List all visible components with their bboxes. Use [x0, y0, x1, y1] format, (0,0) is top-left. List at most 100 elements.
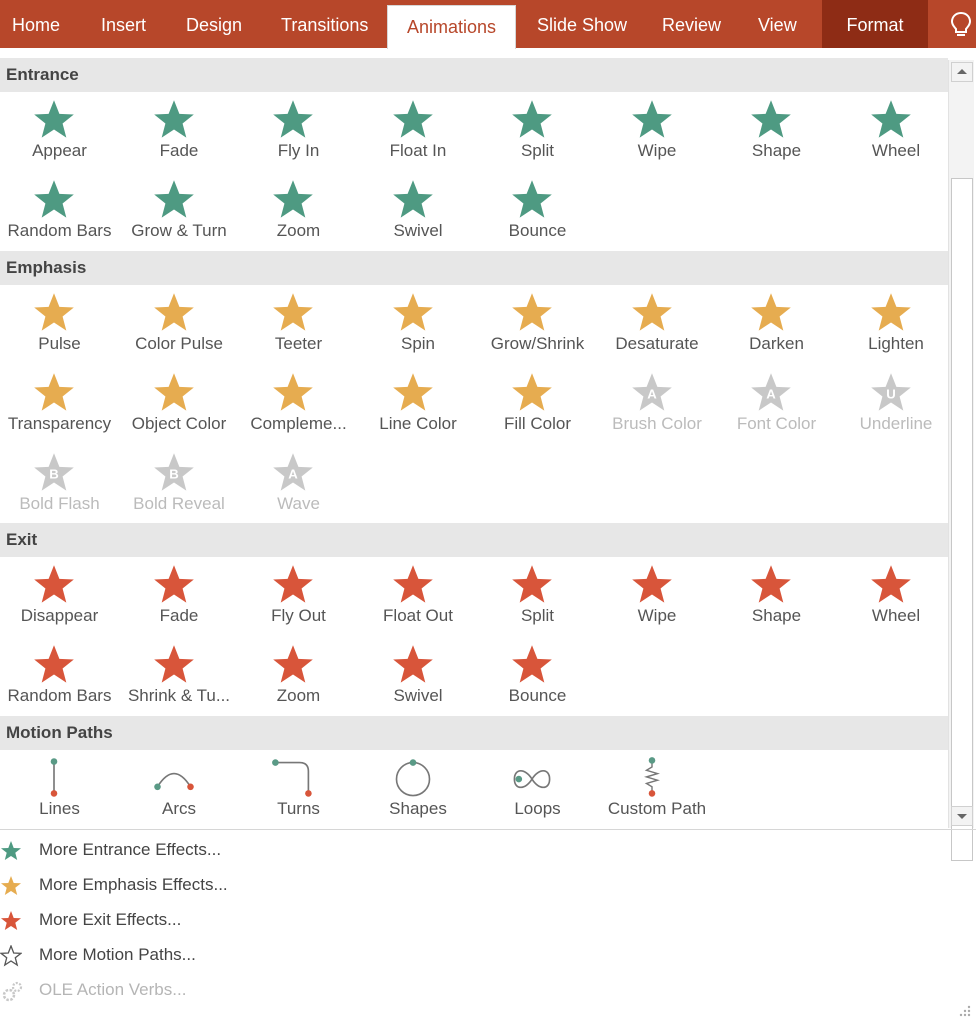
tab-view[interactable]: View: [758, 0, 797, 48]
wipe-star-icon: [631, 100, 672, 138]
effect-turns[interactable]: Turns: [239, 750, 358, 828]
split-star-icon: [512, 100, 552, 138]
bounce-star-icon: [512, 645, 552, 683]
animation-gallery: Entrance Appear Fade Fly In Float In Split Wip…: [0, 58, 948, 828]
pulse-star-icon: [34, 293, 74, 331]
effect-fade[interactable]: Fade: [120, 92, 239, 170]
effect-fly-in[interactable]: Fly In: [239, 92, 358, 170]
effect-custom-path[interactable]: Custom Path: [598, 750, 717, 828]
effect-font-color: A Font Color: [717, 365, 836, 443]
red-star-icon: [1, 911, 21, 930]
effect-zoom[interactable]: Zoom: [239, 172, 358, 250]
effect-label: Turns: [277, 799, 320, 818]
effect-fade[interactable]: Fade: [120, 557, 239, 635]
tab-insert[interactable]: Insert: [101, 0, 146, 48]
grow-shrink-star-icon: [512, 293, 552, 331]
effect-grow-shrink[interactable]: Grow/Shrink: [478, 285, 597, 363]
effect-label: Lines: [39, 799, 80, 818]
fade-star-icon: [153, 565, 194, 603]
effect-split[interactable]: Split: [478, 557, 597, 635]
effect-line-color[interactable]: Line Color: [359, 365, 478, 443]
tab-slide-show[interactable]: Slide Show: [537, 0, 627, 48]
effect-desaturate[interactable]: Desaturate: [598, 285, 717, 363]
ribbon-tab-bar: Home Insert Design Transitions Animation…: [0, 0, 976, 49]
lightbulb-icon[interactable]: [948, 10, 974, 40]
wheel-star-icon: [870, 565, 911, 603]
effect-label: Spin: [400, 334, 436, 353]
effect-zoom[interactable]: Zoom: [239, 637, 358, 715]
effect-loops[interactable]: Loops: [478, 750, 597, 828]
effect-teeter[interactable]: Teeter: [239, 285, 358, 363]
effect-shape[interactable]: Shape: [717, 557, 836, 635]
effect-label: Wipe: [637, 141, 677, 160]
effect-wheel[interactable]: Wheel: [837, 557, 949, 635]
tab-animations[interactable]: Animations: [387, 5, 516, 49]
tab-home[interactable]: Home: [12, 0, 60, 48]
effect-bounce[interactable]: Bounce: [478, 172, 597, 250]
effect-grow-turn[interactable]: Grow & Turn: [120, 172, 239, 250]
yellow-star-icon: [1, 876, 21, 895]
svg-text:U: U: [886, 387, 896, 402]
effect-label: Bounce: [508, 686, 567, 705]
color-pulse-star-icon: [153, 293, 194, 331]
split-star-icon: [512, 565, 552, 603]
svg-text:A: A: [766, 387, 776, 402]
effect-wheel[interactable]: Wheel: [837, 92, 949, 170]
disappear-star-icon: [34, 565, 74, 603]
scroll-thumb[interactable]: [951, 178, 973, 861]
effect-spin[interactable]: Spin: [359, 285, 478, 363]
effect-wipe[interactable]: Wipe: [598, 92, 717, 170]
scroll-down-arrow[interactable]: [951, 806, 973, 826]
tab-transitions[interactable]: Transitions: [281, 0, 368, 48]
shape-star-icon: [751, 565, 791, 603]
effect-lines[interactable]: Lines: [0, 750, 119, 828]
effect-object-color[interactable]: Object Color: [120, 365, 239, 443]
effect-random-bars[interactable]: Random Bars: [0, 172, 119, 250]
effect-label: Pulse: [38, 334, 81, 353]
swivel-star-icon: [392, 180, 433, 218]
effect-label: Zoom: [276, 686, 321, 705]
effect-split[interactable]: Split: [478, 92, 597, 170]
effect-swivel[interactable]: Swivel: [359, 172, 478, 250]
effect-disappear[interactable]: Disappear: [0, 557, 119, 635]
effect-float-in[interactable]: Float In: [359, 92, 478, 170]
effect-shrink-tu[interactable]: Shrink & Tu...: [120, 637, 239, 715]
effect-fly-out[interactable]: Fly Out: [239, 557, 358, 635]
effect-color-pulse[interactable]: Color Pulse: [120, 285, 239, 363]
effect-label: Wheel: [871, 141, 921, 160]
effect-wipe[interactable]: Wipe: [598, 557, 717, 635]
gallery-scrollbar[interactable]: [948, 60, 974, 861]
effect-transparency[interactable]: Transparency: [0, 365, 119, 443]
effect-fill-color[interactable]: Fill Color: [478, 365, 597, 443]
effect-shapes[interactable]: Shapes: [359, 750, 478, 828]
resize-grip-icon[interactable]: [958, 1004, 972, 1018]
line-color-star-icon: [392, 373, 433, 411]
tab-review[interactable]: Review: [662, 0, 721, 48]
more-exit-effects[interactable]: More Exit Effects...: [0, 906, 400, 936]
effect-swivel[interactable]: Swivel: [359, 637, 478, 715]
effect-label: Fade: [159, 606, 199, 625]
zoom-star-icon: [273, 645, 313, 683]
more-link-label: More Exit Effects...: [39, 910, 182, 929]
tab-design[interactable]: Design: [186, 0, 242, 48]
more-entrance-effects[interactable]: More Entrance Effects...: [0, 836, 400, 866]
effect-label: Underline: [859, 414, 933, 433]
effect-arcs[interactable]: Arcs: [120, 750, 239, 828]
effect-label: Desaturate: [615, 334, 699, 353]
effect-lighten[interactable]: Lighten: [837, 285, 949, 363]
wheel-star-icon: [870, 100, 911, 138]
more-link-label: OLE Action Verbs...: [39, 980, 187, 999]
effect-compleme[interactable]: Compleme...: [239, 365, 358, 443]
scroll-up-arrow[interactable]: [951, 62, 973, 82]
tab-format[interactable]: Format: [822, 0, 928, 48]
effect-bounce[interactable]: Bounce: [478, 637, 597, 715]
more-motion-paths[interactable]: More Motion Paths...: [0, 941, 400, 971]
effect-pulse[interactable]: Pulse: [0, 285, 119, 363]
effect-appear[interactable]: Appear: [0, 92, 119, 170]
zoom-star-icon: [273, 180, 313, 218]
effect-shape[interactable]: Shape: [717, 92, 836, 170]
more-emphasis-effects[interactable]: More Emphasis Effects...: [0, 871, 400, 901]
effect-random-bars[interactable]: Random Bars: [0, 637, 119, 715]
effect-float-out[interactable]: Float Out: [359, 557, 478, 635]
effect-darken[interactable]: Darken: [717, 285, 836, 363]
